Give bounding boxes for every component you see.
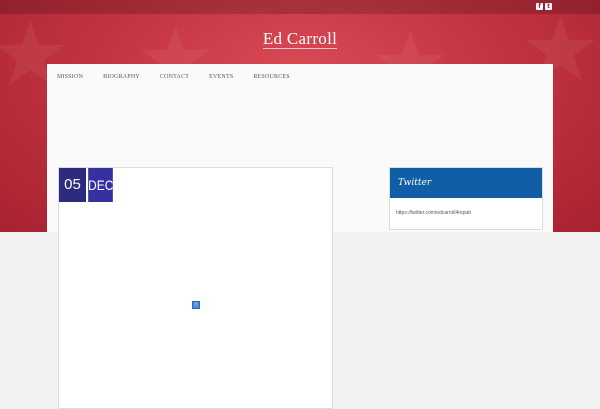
twitter-widget: Twitter https://twitter.com/edcarroll4re… xyxy=(389,167,543,230)
twitter-icon[interactable]: t xyxy=(545,3,552,10)
facebook-icon[interactable]: f xyxy=(536,3,543,10)
widget-title: Twitter xyxy=(390,168,542,198)
top-bar: f t xyxy=(0,0,600,14)
nav-item-resources[interactable]: Resources xyxy=(253,74,289,80)
nav-item-mission[interactable]: Mission xyxy=(57,74,83,80)
nav-item-biography[interactable]: Biography xyxy=(103,74,140,80)
post-card: 05 DEC ? xyxy=(58,167,333,409)
broken-image-icon[interactable]: ? xyxy=(192,301,200,309)
nav-item-contact[interactable]: Contact xyxy=(160,74,189,80)
nav-item-events[interactable]: Events xyxy=(209,74,233,80)
widget-body: https://twitter.com/edcarroll4repub xyxy=(390,198,542,216)
post-date-month: DEC xyxy=(88,168,113,202)
twitter-link[interactable]: https://twitter.com/edcarroll4repub xyxy=(396,210,471,216)
main-nav: Mission Biography Contact Events Resourc… xyxy=(47,64,553,91)
social-links: f t xyxy=(536,3,552,10)
site-title-link[interactable]: Ed Carroll xyxy=(262,29,338,49)
site-title[interactable]: Ed Carroll xyxy=(0,29,600,49)
post-date-day: 05 xyxy=(59,168,86,202)
post-date-badge: 05 DEC xyxy=(59,168,115,202)
